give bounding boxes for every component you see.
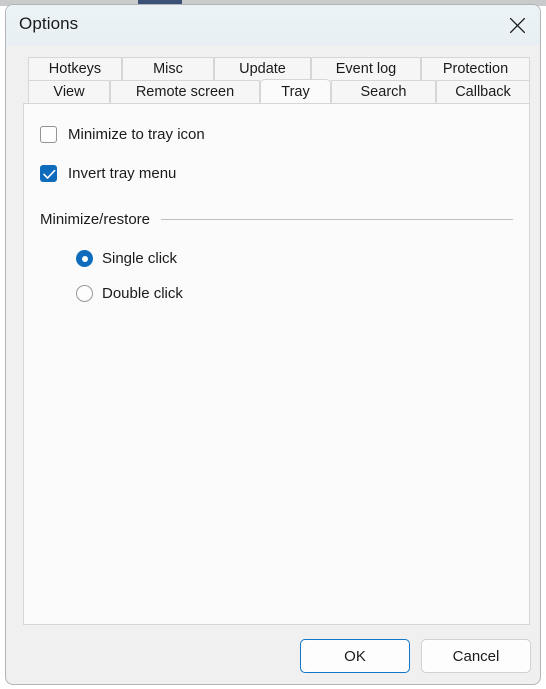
tab-label: View	[53, 84, 85, 100]
tab-hotkeys[interactable]: Hotkeys	[28, 57, 122, 80]
checkbox-unchecked-icon	[40, 126, 57, 143]
radio-unselected-icon	[76, 285, 93, 302]
tab-label: Protection	[442, 61, 509, 77]
checkbox-minimize-to-tray-icon[interactable]: Minimize to tray icon	[40, 126, 205, 143]
radio-single-click[interactable]: Single click	[76, 250, 177, 267]
tab-label: Tray	[281, 83, 310, 100]
radio-double-click[interactable]: Double click	[76, 285, 183, 302]
tab-search[interactable]: Search	[331, 80, 436, 103]
radio-label: Single click	[102, 250, 178, 267]
options-dialog: Options Hotkeys Misc Update Event log Protec…	[5, 4, 541, 685]
tab-view[interactable]: View	[28, 80, 110, 103]
tab-label: Hotkeys	[48, 61, 102, 77]
tab-callback[interactable]: Callback	[436, 80, 530, 103]
tab-update[interactable]: Update	[214, 57, 311, 80]
ok-button[interactable]: OK	[300, 639, 410, 673]
radio-selected-icon	[76, 250, 93, 267]
tab-tray[interactable]: Tray	[260, 79, 331, 103]
tab-protection[interactable]: Protection	[421, 57, 530, 80]
group-title: Minimize/restore	[40, 210, 151, 228]
tab-label: Search	[360, 84, 407, 100]
checkbox-checked-icon	[40, 165, 57, 182]
checkbox-label: Invert tray menu	[68, 165, 177, 182]
title-bar: Options	[6, 5, 540, 45]
tab-label: Misc	[153, 61, 183, 77]
tab-label: Callback	[455, 84, 511, 100]
group-separator-line	[161, 218, 513, 220]
group-minimize-restore: Minimize/restore	[40, 210, 515, 228]
tab-label: Remote screen	[135, 84, 235, 100]
radio-label: Double click	[102, 285, 183, 302]
checkbox-label: Minimize to tray icon	[68, 126, 205, 143]
group-header: Minimize/restore	[40, 210, 515, 228]
cancel-button[interactable]: Cancel	[421, 639, 531, 673]
window-title: Options	[19, 14, 79, 33]
tab-misc[interactable]: Misc	[122, 57, 214, 80]
tab-label: Event log	[335, 61, 397, 77]
checkbox-invert-tray-menu[interactable]: Invert tray menu	[40, 165, 176, 182]
close-icon[interactable]	[494, 5, 540, 45]
tab-event-log[interactable]: Event log	[311, 57, 421, 80]
tab-label: Update	[239, 61, 286, 77]
tab-panel-tray: Minimize to tray icon Invert tray menu M…	[23, 103, 530, 625]
tab-remote-screen[interactable]: Remote screen	[110, 80, 260, 103]
